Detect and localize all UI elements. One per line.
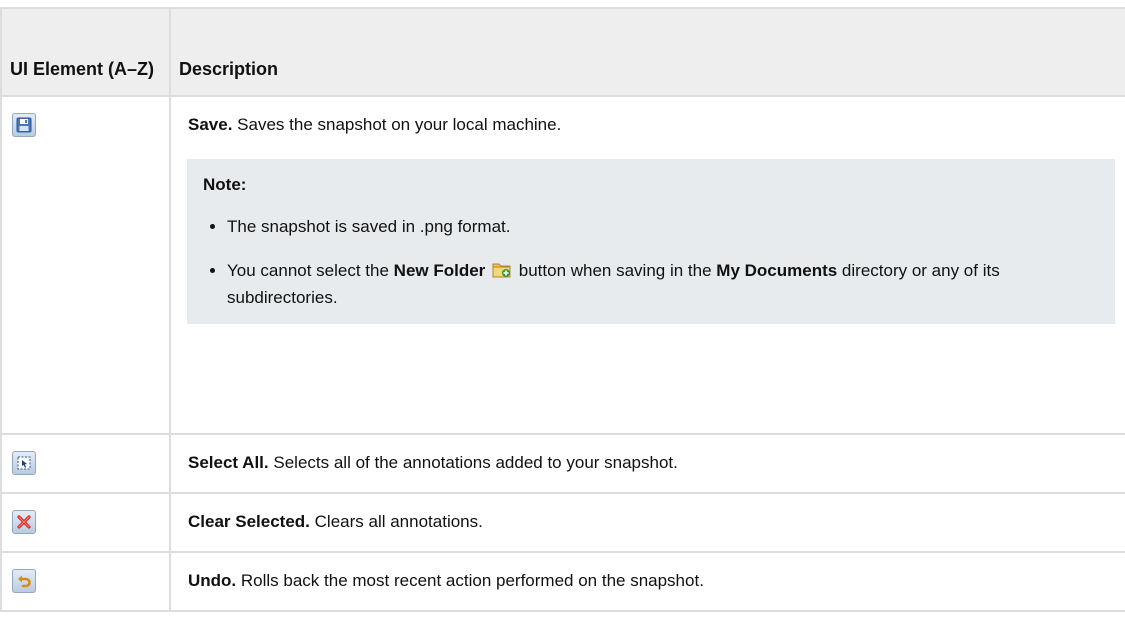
description-cell: Clear Selected. Clears all annotations. bbox=[169, 492, 1125, 553]
undo-icon bbox=[12, 569, 36, 593]
save-text: Saves the snapshot on your local machine… bbox=[237, 115, 562, 134]
select-all-icon bbox=[12, 451, 36, 475]
description-cell: Select All. Selects all of the annotatio… bbox=[169, 433, 1125, 494]
clear-selected-text: Clears all annotations. bbox=[314, 512, 483, 531]
save-description: Save. Saves the snapshot on your local m… bbox=[188, 113, 1116, 137]
table-row-select-all: Select All. Selects all of the annotatio… bbox=[0, 433, 1125, 494]
list-item: You cannot select the New Folder button … bbox=[227, 259, 1099, 310]
my-documents-label: My Documents bbox=[716, 261, 838, 280]
note-title: Note: bbox=[203, 175, 247, 194]
note-item-pre: You cannot select the bbox=[227, 261, 394, 280]
clear-selected-title: Clear Selected. bbox=[188, 512, 310, 531]
icon-cell bbox=[0, 551, 171, 612]
description-cell: Save. Saves the snapshot on your local m… bbox=[169, 95, 1125, 435]
header-description: Description bbox=[169, 7, 1125, 97]
table-row-save: Save. Saves the snapshot on your local m… bbox=[0, 95, 1125, 435]
note-box: Note: The snapshot is saved in .png form… bbox=[187, 159, 1115, 324]
icon-cell bbox=[0, 492, 171, 553]
clear-selected-icon bbox=[12, 510, 36, 534]
icon-cell bbox=[0, 95, 171, 435]
save-icon bbox=[12, 113, 36, 137]
list-item: The snapshot is saved in .png format. bbox=[227, 215, 1099, 239]
new-folder-icon bbox=[492, 261, 512, 286]
new-folder-label: New Folder bbox=[393, 261, 486, 280]
save-title: Save. bbox=[188, 115, 233, 134]
icon-cell bbox=[0, 433, 171, 494]
undo-title: Undo. bbox=[188, 571, 237, 590]
select-all-text: Selects all of the annotations added to … bbox=[273, 453, 678, 472]
select-all-title: Select All. bbox=[188, 453, 269, 472]
undo-text: Rolls back the most recent action perfor… bbox=[240, 571, 704, 590]
table-row-clear-selected: Clear Selected. Clears all annotations. bbox=[0, 492, 1125, 553]
header-ui-element: UI Element (A–Z) bbox=[0, 7, 171, 97]
note-item-mid: button when saving in the bbox=[514, 261, 717, 280]
table-header-row: UI Element (A–Z) Description bbox=[0, 7, 1125, 97]
note-item-text: The snapshot is saved in .png format. bbox=[227, 217, 511, 236]
table-row-undo: Undo. Rolls back the most recent action … bbox=[0, 551, 1125, 612]
note-list: The snapshot is saved in .png format. Yo… bbox=[203, 215, 1099, 310]
ui-elements-table: UI Element (A–Z) Description Save. Saves… bbox=[0, 7, 1125, 612]
description-cell: Undo. Rolls back the most recent action … bbox=[169, 551, 1125, 612]
